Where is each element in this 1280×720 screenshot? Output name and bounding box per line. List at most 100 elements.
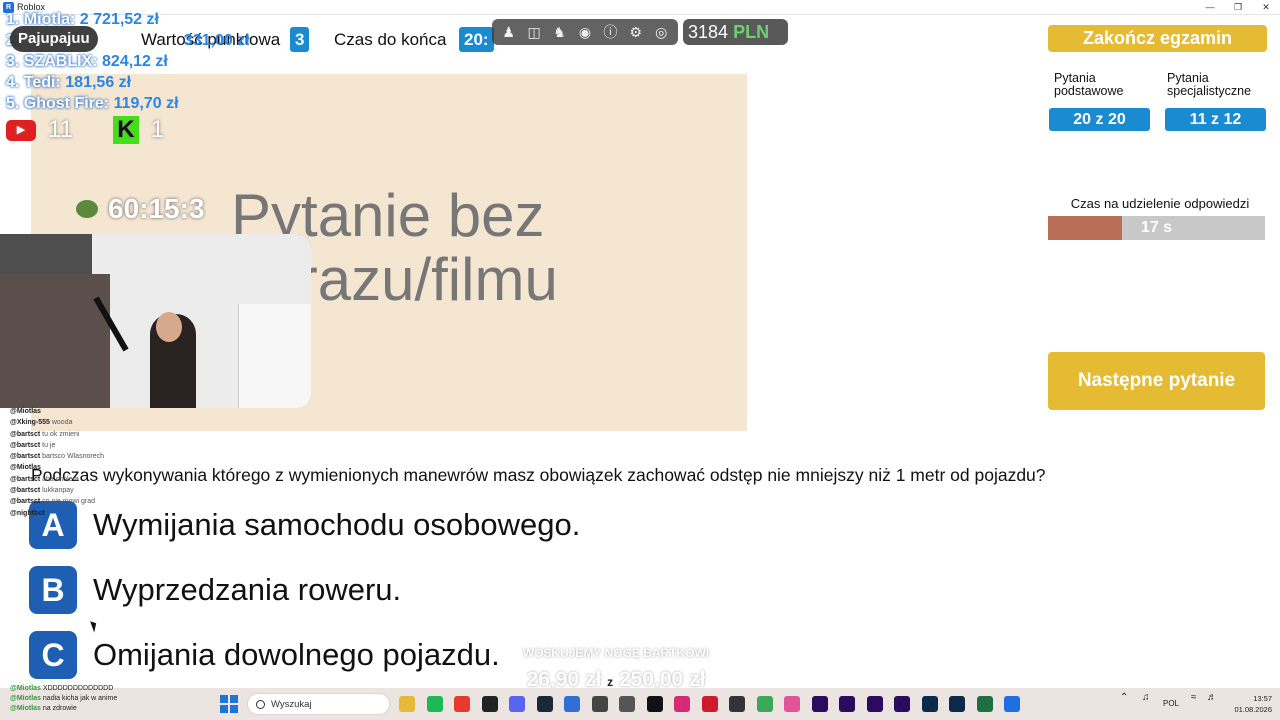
shield-icon[interactable]: ◎ bbox=[650, 24, 672, 41]
answer-time-value: 17 s bbox=[1140, 219, 1173, 236]
chat-text: bartsco Wlasnorech bbox=[42, 453, 104, 461]
time-remaining-label: Czas do końca bbox=[334, 30, 447, 49]
close-button[interactable]: ✕ bbox=[1252, 0, 1280, 15]
roblox-top-menu: ♟ ◫ ♞ ◉ ⓘ ⚙ ◎ bbox=[492, 19, 678, 45]
frog-emote-icon bbox=[76, 200, 98, 218]
chat-text: na zdrowie bbox=[42, 705, 77, 712]
volume-icon[interactable]: ♬ bbox=[1207, 692, 1217, 703]
instagram-icon[interactable] bbox=[674, 696, 690, 712]
photoshop-icon[interactable] bbox=[921, 696, 938, 712]
chat-username: @Miotlas bbox=[10, 464, 41, 472]
leaderboard-row: 4. Tedi: 181,56 zł bbox=[6, 72, 250, 93]
chevron-up-icon[interactable]: ⌃ bbox=[1120, 692, 1128, 703]
discord-icon[interactable] bbox=[509, 696, 525, 712]
epic-games-icon[interactable] bbox=[481, 696, 498, 712]
basic-questions-counter: 20 z 20 bbox=[1049, 108, 1150, 131]
person-icon[interactable]: ♟ bbox=[498, 24, 520, 41]
clock-app-icon[interactable] bbox=[619, 696, 635, 712]
chat-message: @bartsct tu je bbox=[10, 440, 180, 451]
finish-exam-button[interactable]: Zakończ egzamin bbox=[1048, 25, 1267, 52]
obs-icon[interactable] bbox=[591, 696, 608, 712]
clock-time: 13:57 bbox=[1253, 694, 1272, 703]
answer-letter: C bbox=[29, 631, 77, 679]
donor-name: 5. Ghost Fire: bbox=[6, 95, 110, 112]
audition-icon[interactable] bbox=[894, 696, 910, 712]
store-icon[interactable] bbox=[564, 696, 580, 712]
chat-text: wooda bbox=[51, 419, 73, 427]
lightroom-icon[interactable] bbox=[949, 696, 965, 712]
trophy-icon[interactable]: ♞ bbox=[549, 24, 571, 41]
donor-amount: 824,12 zł bbox=[102, 53, 168, 70]
answer-option-b[interactable]: B Wyprzedzania roweru. bbox=[29, 565, 401, 615]
file-explorer-icon[interactable] bbox=[399, 696, 415, 712]
chat-message: @Miotlas na zdrowie bbox=[10, 704, 117, 714]
microphone-icon[interactable]: ♫ bbox=[1142, 692, 1150, 703]
windows-start-icon[interactable] bbox=[220, 695, 238, 713]
chat-message: @bartsct tu ok zmieni bbox=[10, 429, 180, 440]
answer-letter: B bbox=[29, 566, 77, 614]
question-text: Podczas wykonywania którego z wymieniony… bbox=[31, 465, 1046, 485]
after-effects-icon[interactable] bbox=[839, 696, 855, 712]
chat-text: tu ok zmieni bbox=[42, 430, 80, 438]
tiktok-icon[interactable] bbox=[646, 696, 663, 712]
chat-text: nadia kicha jak w anime bbox=[42, 695, 118, 702]
chat-text: tu je bbox=[42, 441, 56, 449]
clock-date: 01.08.2026 bbox=[1234, 705, 1272, 714]
taskbar-search-input[interactable]: Wyszukaj bbox=[247, 693, 390, 715]
special-questions-counter: 11 z 12 bbox=[1165, 108, 1266, 131]
wifi-icon[interactable]: ≈ bbox=[1191, 692, 1197, 703]
chat-username: @Miotlas bbox=[10, 685, 41, 692]
chat-username: @bartsct bbox=[10, 498, 41, 506]
basic-questions-label: Pytania podstawowe bbox=[1054, 71, 1124, 98]
excel-icon[interactable] bbox=[976, 696, 993, 712]
answer-option-c[interactable]: C Omijania dowolnego pojazdu. bbox=[29, 630, 500, 680]
steam-icon[interactable] bbox=[536, 696, 553, 712]
currency-unit: PLN bbox=[733, 22, 770, 42]
social-counters: ▶ 11 K 1 bbox=[6, 116, 164, 144]
stream-chat-bottom: @Miotlas XDDDDDDDDDDDDD @Miotlas nadia ki… bbox=[10, 684, 117, 714]
minimize-button[interactable]: — bbox=[1196, 0, 1224, 15]
webcam-overlay bbox=[0, 234, 311, 408]
donation-goal-title: WOSKUJEMY NOGĘ BARTKOWI bbox=[522, 646, 710, 660]
gear-icon[interactable]: ⚙ bbox=[625, 24, 647, 41]
ea-icon[interactable] bbox=[454, 696, 470, 712]
chat-text: aha cholera bbox=[42, 475, 79, 483]
donation-separator: z bbox=[607, 675, 614, 689]
info-icon[interactable]: ⓘ bbox=[599, 22, 621, 42]
chat-message: @Miotlas nadia kicha jak w anime bbox=[10, 694, 117, 704]
premiere-icon[interactable] bbox=[811, 696, 828, 712]
windows-taskbar bbox=[0, 688, 1280, 720]
browser-icon[interactable] bbox=[756, 696, 773, 712]
donor-amount: 181,56 zł bbox=[65, 74, 132, 91]
opera-icon[interactable] bbox=[701, 696, 718, 712]
backpack-icon[interactable]: ◫ bbox=[523, 24, 545, 41]
chat-text: lukkanpay bbox=[42, 487, 74, 495]
spotify-icon[interactable] bbox=[426, 696, 443, 712]
location-icon[interactable]: ◉ bbox=[574, 24, 596, 41]
roblox-icon[interactable] bbox=[1004, 696, 1020, 712]
chat-text: co nie mowi grad bbox=[42, 498, 96, 506]
chat-username: @bartsct bbox=[10, 453, 41, 461]
chat-username: @bartsct bbox=[10, 475, 41, 483]
currency-display: 3184 PLN bbox=[683, 19, 788, 45]
leaderboard-row: 5. Ghost Fire: 119,70 zł bbox=[6, 93, 250, 114]
kick-viewer-count: 1 bbox=[150, 116, 165, 143]
hud-icon[interactable] bbox=[729, 696, 745, 712]
maximize-button[interactable]: ❐ bbox=[1224, 0, 1252, 15]
chat-username: @Miotlas bbox=[10, 705, 41, 712]
next-question-button[interactable]: Następne pytanie bbox=[1048, 352, 1265, 410]
answer-time-bar: 17 s bbox=[1048, 216, 1265, 240]
media-encoder-icon[interactable] bbox=[866, 696, 883, 712]
donor-name: 4. Tedi: bbox=[6, 74, 61, 91]
chat-username: @bartsct bbox=[10, 441, 41, 449]
donor-amount: 2 721,52 zł bbox=[79, 11, 159, 28]
taskbar-clock[interactable]: 13:57 01.08.2026 bbox=[1224, 693, 1272, 715]
photos-icon[interactable] bbox=[784, 696, 800, 712]
chat-message: @bartsct bartsco Wlasnorech bbox=[10, 451, 180, 462]
leaderboard-row: 3. SZABLIX: 824,12 zł bbox=[6, 51, 250, 72]
streamer-face bbox=[156, 312, 182, 342]
chat-text: XDDDDDDDDDDDDD bbox=[42, 685, 114, 692]
language-indicator[interactable]: POL bbox=[1163, 699, 1179, 708]
chat-message: @nightbot bbox=[10, 508, 180, 519]
chat-username: @Xking-555 bbox=[10, 419, 50, 427]
